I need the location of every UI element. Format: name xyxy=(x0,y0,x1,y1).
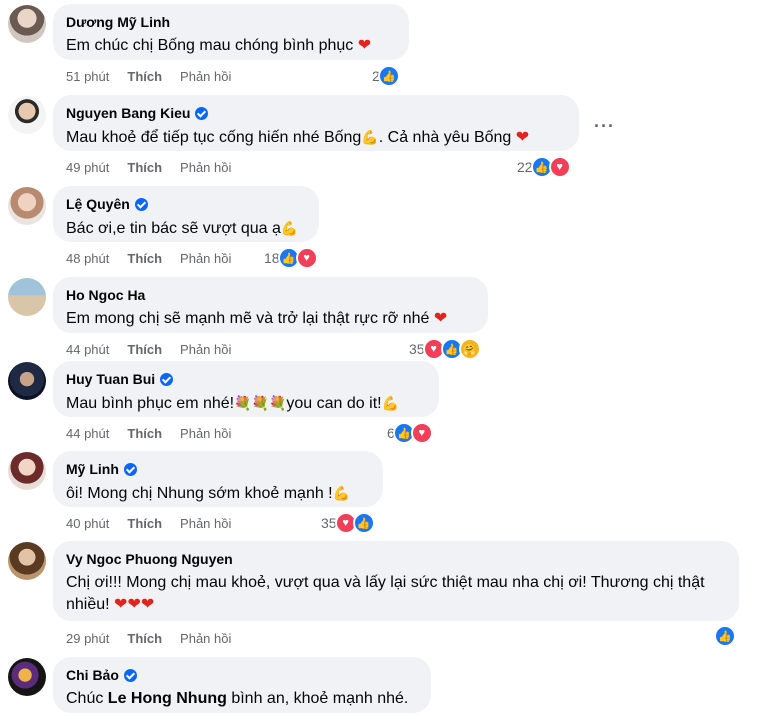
reaction-summary[interactable]: 6 👍 ♥ xyxy=(387,422,433,444)
reply-button[interactable]: Phản hồi xyxy=(180,160,231,175)
comment-actions: 44 phút Thích Phản hồi xyxy=(66,340,231,358)
like-button[interactable]: Thích xyxy=(127,342,162,357)
heart-emoji-icon: ❤ xyxy=(357,37,372,54)
like-button[interactable]: Thích xyxy=(127,516,162,531)
commenter-name[interactable]: Vy Ngoc Phuong Nguyen xyxy=(66,551,233,567)
comment-actions: 29 phút Thích Phản hồi xyxy=(66,629,231,647)
commenter-name[interactable]: Mỹ Linh xyxy=(66,461,119,477)
comment-bubble: Chi Bảo Chúc Le Hong Nhung bình an, khoẻ… xyxy=(53,657,431,713)
comment-actions: 48 phút Thích Phản hồi xyxy=(66,249,231,267)
comment-bubble: Ho Ngoc Ha Em mong chị sẽ mạnh mẽ và trở… xyxy=(53,277,488,333)
comment-text: ôi! Mong chị Nhung sớm khoẻ mạnh !💪 xyxy=(66,485,351,502)
comment-text: Bác ơi,e tin bác sẽ vượt qua ạ💪 xyxy=(66,220,299,237)
reply-button[interactable]: Phản hồi xyxy=(180,631,231,646)
timestamp[interactable]: 29 phút xyxy=(66,631,109,646)
comment-bubble: Mỹ Linh ôi! Mong chị Nhung sớm khoẻ mạnh… xyxy=(53,451,383,507)
like-button[interactable]: Thích xyxy=(127,69,162,84)
flexed-biceps-emoji-icon: 💪 xyxy=(361,129,379,145)
timestamp[interactable]: 40 phút xyxy=(66,516,109,531)
like-button[interactable]: Thích xyxy=(127,631,162,646)
commenter-name[interactable]: Dương Mỹ Linh xyxy=(66,14,170,30)
commenter-name[interactable]: Lệ Quyên xyxy=(66,196,130,212)
timestamp[interactable]: 49 phút xyxy=(66,160,109,175)
comment-text: Em mong chị sẽ mạnh mẽ và trở lại thật r… xyxy=(66,310,448,327)
commenter-name[interactable]: Chi Bảo xyxy=(66,667,119,683)
reply-button[interactable]: Phản hồi xyxy=(180,516,231,531)
mention-link[interactable]: Le Hong Nhung xyxy=(108,690,227,707)
comment-actions: 51 phút Thích Phản hồi xyxy=(66,67,231,85)
verified-badge-icon xyxy=(123,462,137,476)
flexed-biceps-emoji-icon: 💪 xyxy=(332,485,351,501)
comment-bubble: Dương Mỹ Linh Em chúc chị Bống mau chóng… xyxy=(53,4,409,60)
reply-button[interactable]: Phản hồi xyxy=(180,251,231,266)
comment-text: Mau bình phục em nhé!💐💐💐you can do it!💪 xyxy=(66,395,400,412)
love-reaction-icon: ♥ xyxy=(410,422,433,444)
commenter-name[interactable]: Huy Tuan Bui xyxy=(66,371,155,387)
flexed-biceps-emoji-icon: 💪 xyxy=(381,395,400,411)
comment-bubble: Huy Tuan Bui Mau bình phục em nhé!💐💐💐you… xyxy=(53,361,439,417)
comment-text: Em chúc chị Bống mau chóng bình phục ❤ xyxy=(66,37,372,54)
flexed-biceps-emoji-icon: 💪 xyxy=(280,220,299,236)
bouquet-emoji-icon: 💐💐💐 xyxy=(234,395,287,411)
verified-badge-icon xyxy=(134,197,148,211)
reaction-summary[interactable]: 35 ♥ 👍 🤗 xyxy=(409,338,481,360)
like-button[interactable]: Thích xyxy=(127,251,162,266)
comment-bubble: Nguyen Bang Kieu Mau khoẻ để tiếp tục cố… xyxy=(53,95,579,151)
comment-text: Mau khoẻ để tiếp tục cống hiến nhé Bống💪… xyxy=(66,129,530,146)
reply-button[interactable]: Phản hồi xyxy=(180,426,231,441)
avatar[interactable] xyxy=(8,96,46,134)
like-reaction-icon: 👍 xyxy=(714,625,736,647)
avatar[interactable] xyxy=(8,658,46,696)
timestamp[interactable]: 44 phút xyxy=(66,342,109,357)
verified-badge-icon xyxy=(195,106,209,120)
like-button[interactable]: Thích xyxy=(127,160,162,175)
avatar[interactable] xyxy=(8,452,46,490)
comment-bubble: Lệ Quyên Bác ơi,e tin bác sẽ vượt qua ạ💪 xyxy=(53,186,319,242)
like-button[interactable]: Thích xyxy=(127,426,162,441)
avatar[interactable] xyxy=(8,5,46,43)
reaction-summary[interactable]: 18 👍 ♥ xyxy=(264,247,318,269)
reaction-summary[interactable]: 👍 xyxy=(714,625,736,647)
heart-emoji-icon: ❤ xyxy=(433,310,448,327)
comment-actions: 49 phút Thích Phản hồi xyxy=(66,158,231,176)
timestamp[interactable]: 51 phút xyxy=(66,69,109,84)
care-reaction-icon: 🤗 xyxy=(458,338,481,360)
heart-emoji-icon: ❤❤❤ xyxy=(114,596,155,613)
commenter-name[interactable]: Nguyen Bang Kieu xyxy=(66,105,190,121)
like-reaction-icon: 👍 xyxy=(377,65,400,87)
like-reaction-icon: 👍 xyxy=(352,512,375,534)
reaction-summary[interactable]: 2 👍 xyxy=(372,65,400,87)
avatar[interactable] xyxy=(8,278,46,316)
more-options-icon[interactable]: ··· xyxy=(594,116,615,137)
heart-emoji-icon: ❤ xyxy=(515,129,530,146)
comment-actions: 44 phút Thích Phản hồi xyxy=(66,424,231,442)
avatar[interactable] xyxy=(8,362,46,400)
comment-text: Chị ơi!!! Mong chị mau khoẻ, vượt qua và… xyxy=(66,574,705,613)
love-reaction-icon: ♥ xyxy=(548,156,571,178)
verified-badge-icon xyxy=(160,372,174,386)
avatar[interactable] xyxy=(8,187,46,225)
reaction-summary[interactable]: 35 ♥ 👍 xyxy=(321,512,375,534)
love-reaction-icon: ♥ xyxy=(295,247,318,269)
reaction-summary[interactable]: 22 👍 ♥ xyxy=(517,156,571,178)
comment-text: Chúc Le Hong Nhung bình an, khoẻ mạnh nh… xyxy=(66,690,409,707)
verified-badge-icon xyxy=(123,668,137,682)
reply-button[interactable]: Phản hồi xyxy=(180,342,231,357)
reply-button[interactable]: Phản hồi xyxy=(180,69,231,84)
commenter-name[interactable]: Ho Ngoc Ha xyxy=(66,287,145,303)
comment-actions: 40 phút Thích Phản hồi xyxy=(66,514,231,532)
timestamp[interactable]: 44 phút xyxy=(66,426,109,441)
comment-bubble: Vy Ngoc Phuong Nguyen Chị ơi!!! Mong chị… xyxy=(53,541,739,621)
timestamp[interactable]: 48 phút xyxy=(66,251,109,266)
avatar[interactable] xyxy=(8,542,46,580)
